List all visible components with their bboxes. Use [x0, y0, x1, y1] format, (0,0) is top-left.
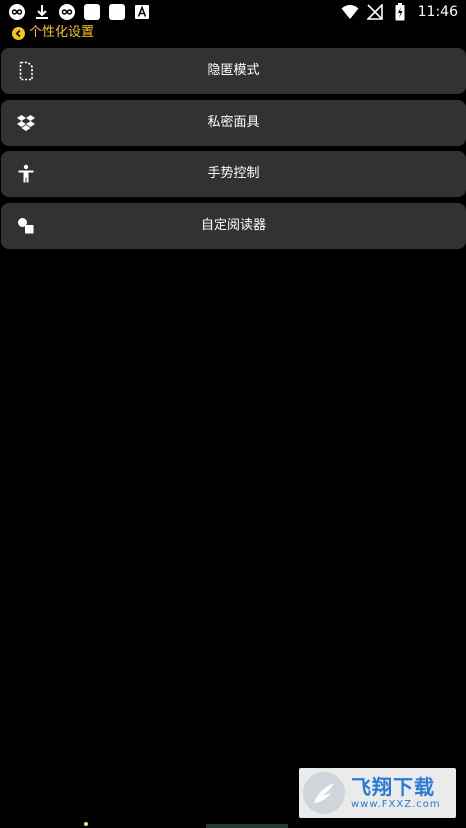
feather-logo-icon	[303, 772, 345, 814]
menu-item-gesture-control[interactable]: 手势控制	[1, 151, 466, 197]
app-square-icon	[108, 3, 126, 21]
infinity-icon	[58, 3, 76, 21]
menu-item-label: 自定阅读器	[200, 218, 266, 233]
screen: 11:46 个性化设置 隐匿模式 私密面具 手势控制 自定阅读器 飞翔下载 ww…	[0, 0, 466, 828]
back-header[interactable]: 个性化设置	[12, 24, 94, 42]
status-time: 11:46	[417, 4, 458, 20]
no-sim-icon	[366, 3, 384, 21]
status-bar: 11:46	[0, 0, 466, 24]
download-icon	[33, 3, 51, 21]
infinity-icon	[8, 3, 26, 21]
status-right-icons: 11:46	[341, 3, 458, 21]
battery-charging-icon	[391, 3, 409, 21]
page-title: 个性化设置	[29, 25, 95, 40]
menu-item-label: 手势控制	[207, 166, 260, 181]
watermark-text: 飞翔下载 www.FXXZ.com	[351, 777, 441, 810]
navigation-handle	[206, 824, 288, 828]
watermark-title: 飞翔下载	[351, 774, 435, 799]
menu-item-incognito-mode[interactable]: 隐匿模式	[1, 48, 466, 94]
menu-item-custom-reader[interactable]: 自定阅读器	[1, 203, 466, 249]
chevron-left-icon[interactable]	[12, 26, 25, 40]
watermark-url: www.FXXZ.com	[351, 798, 441, 810]
watermark-logo: 飞翔下载 www.FXXZ.com	[299, 768, 456, 818]
status-left-icons	[8, 3, 151, 21]
menu-item-private-mask[interactable]: 私密面具	[1, 100, 466, 146]
font-a-icon	[133, 3, 151, 21]
menu-item-label: 隐匿模式	[207, 63, 260, 78]
wifi-icon	[341, 3, 359, 21]
menu-item-label: 私密面具	[207, 115, 260, 130]
bottom-dot	[84, 822, 88, 826]
app-square-icon	[83, 3, 101, 21]
